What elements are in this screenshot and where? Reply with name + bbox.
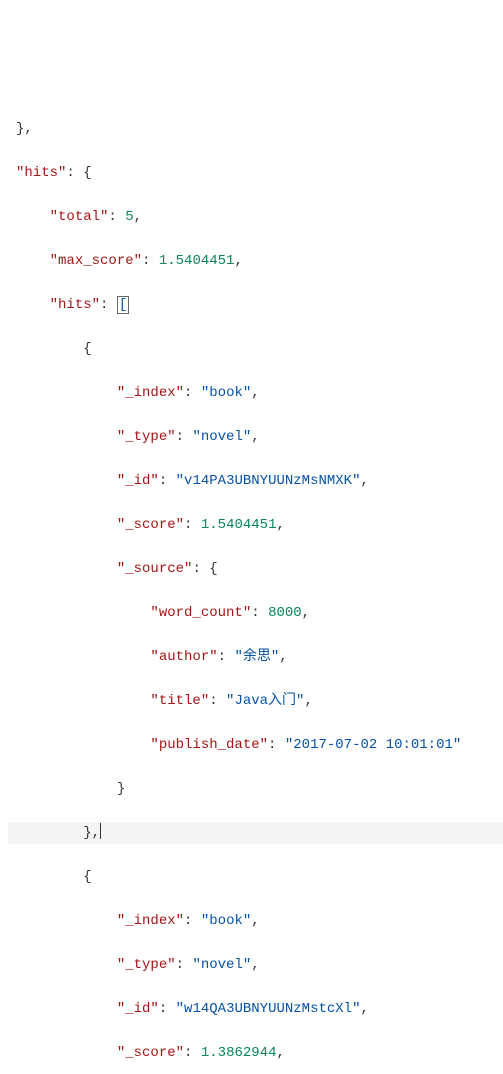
json-val-pubdate: "2017-07-02 10:01:01" bbox=[285, 737, 461, 753]
json-val-score: 1.5404451 bbox=[201, 517, 277, 533]
text-cursor bbox=[100, 823, 101, 839]
json-val-type: "novel" bbox=[192, 429, 251, 445]
json-val-score: 1.3862944 bbox=[201, 1045, 277, 1061]
json-key-type: "_type" bbox=[117, 429, 176, 445]
json-colon: : bbox=[176, 957, 193, 973]
json-comma: , bbox=[276, 1045, 284, 1061]
json-key-index: "_index" bbox=[117, 913, 184, 929]
json-open-brace: { bbox=[83, 341, 91, 357]
json-comma: , bbox=[361, 1001, 369, 1017]
json-val-title: "Java入门" bbox=[226, 693, 304, 709]
json-comma: , bbox=[251, 957, 259, 973]
json-key-source: "_source" bbox=[117, 561, 193, 577]
json-key-score: "_score" bbox=[117, 1045, 184, 1061]
json-val-id: "v14PA3UBNYUUNzMsNMXK" bbox=[176, 473, 361, 489]
code-line-cursor: }, bbox=[8, 822, 503, 844]
json-comma: , bbox=[134, 209, 142, 225]
json-key-title: "title" bbox=[150, 693, 209, 709]
json-val-index: "book" bbox=[201, 385, 251, 401]
code-line: "hits": { bbox=[8, 162, 503, 184]
code-line: "_type": "novel", bbox=[8, 426, 503, 448]
json-colon: : bbox=[192, 561, 209, 577]
json-val-type: "novel" bbox=[192, 957, 251, 973]
code-line: "_index": "book", bbox=[8, 382, 503, 404]
code-line: "hits": [ bbox=[8, 294, 503, 316]
json-comma: , bbox=[234, 253, 242, 269]
json-comma: , bbox=[276, 517, 284, 533]
json-key-index: "_index" bbox=[117, 385, 184, 401]
json-key-pubdate: "publish_date" bbox=[150, 737, 268, 753]
json-colon: : bbox=[100, 297, 117, 313]
code-line: "_score": 1.5404451, bbox=[8, 514, 503, 536]
json-key-hits: "hits" bbox=[16, 165, 66, 181]
json-key-score: "_score" bbox=[117, 517, 184, 533]
code-line: { bbox=[8, 338, 503, 360]
json-key-hits-inner: "hits" bbox=[50, 297, 100, 313]
json-colon: : bbox=[159, 1001, 176, 1017]
json-val-author: "余思" bbox=[234, 649, 279, 665]
json-colon: : bbox=[184, 385, 201, 401]
json-comma: , bbox=[251, 913, 259, 929]
json-val-total: 5 bbox=[125, 209, 133, 225]
json-close-brace: } bbox=[83, 825, 91, 841]
json-open-brace: { bbox=[83, 869, 91, 885]
json-close-brace: } bbox=[117, 781, 125, 797]
json-colon: : bbox=[159, 473, 176, 489]
code-line: "publish_date": "2017-07-02 10:01:01" bbox=[8, 734, 503, 756]
code-line: "word_count": 8000, bbox=[8, 602, 503, 624]
json-colon: : bbox=[108, 209, 125, 225]
json-val-maxscore: 1.5404451 bbox=[159, 253, 235, 269]
json-colon: : bbox=[268, 737, 285, 753]
json-comma: , bbox=[251, 429, 259, 445]
code-line: "_id": "w14QA3UBNYUUNzMstcXl", bbox=[8, 998, 503, 1020]
json-open-brace: { bbox=[209, 561, 217, 577]
code-line: { bbox=[8, 866, 503, 888]
json-key-type: "_type" bbox=[117, 957, 176, 973]
json-key-maxscore: "max_score" bbox=[50, 253, 142, 269]
json-colon: : bbox=[209, 693, 226, 709]
code-line: "title": "Java入门", bbox=[8, 690, 503, 712]
json-comma: , bbox=[302, 605, 310, 621]
json-code-view: }, "hits": { "total": 5, "max_score": 1.… bbox=[8, 96, 503, 1074]
json-val-index: "book" bbox=[201, 913, 251, 929]
code-line: "author": "余思", bbox=[8, 646, 503, 668]
json-comma: , bbox=[92, 825, 100, 841]
json-colon: : bbox=[251, 605, 268, 621]
json-colon: : bbox=[184, 913, 201, 929]
code-line: "total": 5, bbox=[8, 206, 503, 228]
code-line: }, bbox=[8, 118, 503, 140]
code-line: "_source": { bbox=[8, 558, 503, 580]
code-line: "_id": "v14PA3UBNYUUNzMsNMXK", bbox=[8, 470, 503, 492]
json-colon: : bbox=[142, 253, 159, 269]
json-comma: , bbox=[251, 385, 259, 401]
json-punct: }, bbox=[16, 121, 33, 137]
json-key-author: "author" bbox=[150, 649, 217, 665]
json-comma: , bbox=[279, 649, 287, 665]
json-colon: : bbox=[176, 429, 193, 445]
json-open-brace: { bbox=[83, 165, 91, 181]
code-line: "max_score": 1.5404451, bbox=[8, 250, 503, 272]
json-comma: , bbox=[304, 693, 312, 709]
code-line: "_index": "book", bbox=[8, 910, 503, 932]
json-comma: , bbox=[361, 473, 369, 489]
json-colon: : bbox=[184, 1045, 201, 1061]
json-colon: : bbox=[184, 517, 201, 533]
code-line: "_score": 1.3862944, bbox=[8, 1042, 503, 1064]
json-colon: : bbox=[66, 165, 83, 181]
json-key-total: "total" bbox=[50, 209, 109, 225]
json-key-wordcount: "word_count" bbox=[150, 605, 251, 621]
json-key-id: "_id" bbox=[117, 473, 159, 489]
json-colon: : bbox=[218, 649, 235, 665]
code-line: "_type": "novel", bbox=[8, 954, 503, 976]
json-val-wordcount: 8000 bbox=[268, 605, 302, 621]
json-val-id: "w14QA3UBNYUUNzMstcXl" bbox=[176, 1001, 361, 1017]
json-open-bracket: [ bbox=[117, 296, 129, 314]
json-key-id: "_id" bbox=[117, 1001, 159, 1017]
code-line: } bbox=[8, 778, 503, 800]
